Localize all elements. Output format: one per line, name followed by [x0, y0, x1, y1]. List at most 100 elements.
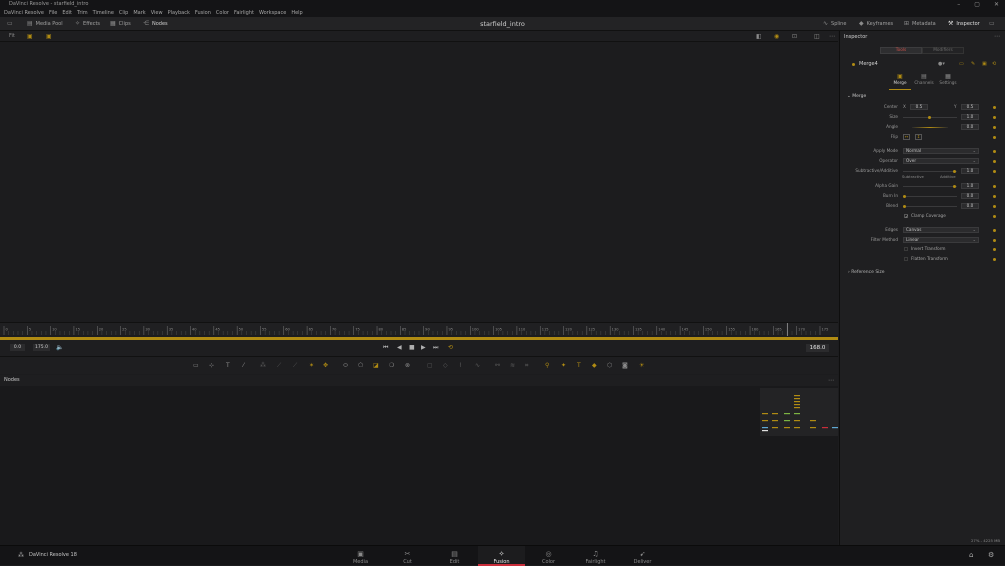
apply-mode-keyframe-icon[interactable] [993, 149, 996, 153]
merge3d-tool-icon[interactable]: ⬡ [607, 362, 612, 369]
page-deliver[interactable]: ➹ Deliver [619, 546, 666, 566]
menu-view[interactable]: View [151, 9, 163, 17]
go-to-start-icon[interactable]: ⏮ [383, 340, 388, 356]
alpha-gain-slider-knob[interactable] [953, 184, 956, 188]
node-enable-dot[interactable] [852, 63, 855, 66]
filter-method-dropdown[interactable]: Linear ⌄ [903, 237, 979, 243]
bspline-tool-icon[interactable]: ⟋ [293, 362, 297, 370]
menu-color[interactable]: Color [216, 9, 229, 17]
invert-keyframe-icon[interactable] [993, 247, 996, 251]
size-field[interactable]: 1.0 [961, 114, 979, 120]
menu-help[interactable]: Help [291, 9, 302, 17]
wand-tool-icon[interactable]: ✦ [561, 362, 566, 369]
polygon-mask-icon[interactable]: ⬠ [358, 362, 363, 369]
menu-workspace[interactable]: Workspace [259, 9, 286, 17]
blur-tool-icon[interactable]: ❍ [389, 362, 394, 369]
viewer-a-icon[interactable]: ▣ [27, 31, 33, 42]
link-tool-icon[interactable]: ⚯ [495, 362, 500, 369]
clamp-coverage-checkbox[interactable]: ✓ [904, 214, 908, 219]
text3d-tool-icon[interactable]: T [577, 362, 581, 369]
polyline-tool-icon[interactable]: ⟋ [277, 362, 281, 370]
reset-icon[interactable]: ⟲ [992, 61, 996, 67]
light-tool-icon[interactable]: ☀ [639, 362, 644, 369]
subtab-channels[interactable]: ▤ Channels [912, 73, 936, 90]
paint-tool-icon[interactable]: ⊹ [209, 362, 214, 369]
viewer-b-icon[interactable]: ▣ [46, 31, 52, 42]
section-merge[interactable]: ⌄ Merge [847, 94, 866, 99]
blend-field[interactable]: 0.0 [961, 203, 979, 209]
audio-icon[interactable]: 🔈 [56, 340, 63, 356]
ellipse-mask-icon[interactable]: ⬭ [343, 362, 348, 370]
blend-slider-knob[interactable] [903, 204, 906, 208]
node-minimap[interactable] [760, 388, 838, 436]
path-tool-icon[interactable]: ⌇ [459, 362, 462, 369]
stop-icon[interactable]: ■ [409, 340, 415, 356]
burn-in-slider[interactable] [903, 196, 957, 197]
menu-davinci[interactable]: DaVinci Resolve [4, 9, 44, 17]
render-end-field[interactable]: 175.0 [33, 344, 50, 351]
version-icon[interactable]: ▭ [959, 61, 964, 67]
burn-in-field[interactable]: 0.0 [961, 193, 979, 199]
maximize-button[interactable]: ▢ [974, 0, 980, 9]
flip-vertical-icon[interactable]: ↕ [915, 134, 922, 140]
subadd-slider[interactable] [903, 171, 957, 172]
menu-clip[interactable]: Clip [119, 9, 128, 17]
pin-icon[interactable]: ✎ [971, 61, 975, 67]
viewer-canvas[interactable] [0, 42, 838, 322]
nodes-more-icon[interactable]: ⋯ [828, 375, 834, 386]
brush-tool-icon[interactable]: ⁄ [243, 362, 244, 369]
page-edit[interactable]: ▤ Edit [431, 546, 478, 566]
node-editor[interactable] [0, 386, 838, 545]
flip-keyframe-icon[interactable] [993, 135, 996, 139]
viewer-color-icon[interactable]: ◉ [774, 31, 779, 42]
home-icon[interactable]: ⌂ [969, 551, 973, 559]
rect-tool-icon[interactable]: ▢ [427, 362, 433, 369]
wave-tool-icon[interactable]: ∿ [475, 362, 480, 369]
angle-keyframe-icon[interactable] [993, 125, 996, 129]
go-to-end-icon[interactable]: ⏭ [433, 340, 438, 356]
menu-file[interactable]: File [49, 9, 57, 17]
keyframes-button[interactable]: ◆ Keyframes [859, 17, 893, 31]
minimize-button[interactable]: – [957, 0, 960, 9]
edges-dropdown[interactable]: Canvas ⌄ [903, 227, 979, 233]
alpha-gain-field[interactable]: 1.0 [961, 183, 979, 189]
viewer-zoom[interactable]: Fit [9, 31, 15, 42]
page-color[interactable]: ◎ Color [525, 546, 572, 566]
play-icon[interactable]: ▶ [421, 340, 426, 356]
burn-in-keyframe-icon[interactable] [993, 194, 996, 198]
angle-field[interactable]: 0.0 [961, 124, 979, 130]
page-fairlight[interactable]: ♫ Fairlight [572, 546, 619, 566]
flip-horizontal-icon[interactable]: ↔ [903, 134, 910, 140]
step-back-icon[interactable]: ◀ [397, 340, 402, 356]
alpha-gain-keyframe-icon[interactable] [993, 184, 996, 188]
menu-fusion[interactable]: Fusion [195, 9, 211, 17]
background-tool-icon[interactable]: ▭ [193, 362, 199, 369]
filter-method-keyframe-icon[interactable] [993, 238, 996, 242]
close-button[interactable]: ✕ [994, 0, 999, 9]
tab-tools[interactable]: Tools [880, 47, 922, 54]
page-fusion[interactable]: ✧ Fusion [478, 546, 525, 566]
operator-dropdown[interactable]: Over ⌄ [903, 158, 979, 164]
loop-icon[interactable]: ⟲ [448, 340, 453, 356]
settings-gear-icon[interactable]: ⚙ [988, 551, 994, 559]
particles-tool-icon[interactable]: ⁂ [260, 362, 266, 369]
render-start-field[interactable]: 0.0 [10, 344, 25, 351]
transform-tool-icon[interactable]: ✥ [323, 362, 328, 369]
time-ruler[interactable]: 0 5 10 15 20 25 30 35 40 45 50 55 60 65 70 75 80 85 90 95 10… [0, 322, 838, 336]
inspector-button[interactable]: ⚒ Inspector [948, 17, 980, 31]
menu-mark[interactable]: Mark [133, 9, 145, 17]
edges-keyframe-icon[interactable] [993, 228, 996, 232]
tracker-tool-icon[interactable]: ⊗ [405, 362, 410, 369]
burn-in-slider-knob[interactable] [903, 194, 906, 198]
section-reference-size[interactable]: › Reference Size [848, 270, 885, 275]
warp-tool-icon[interactable]: ≋ [510, 362, 515, 369]
lock-icon[interactable]: ▣ [982, 61, 987, 67]
center-y-field[interactable]: 0.5 [961, 104, 979, 110]
camera-tool-icon[interactable]: ◙ [622, 362, 628, 369]
flatten-keyframe-icon[interactable] [993, 257, 996, 261]
flatten-transform-checkbox[interactable] [904, 257, 908, 261]
menu-edit[interactable]: Edit [62, 9, 72, 17]
page-media[interactable]: ▣ Media [337, 546, 384, 566]
blend-keyframe-icon[interactable] [993, 204, 996, 208]
subtab-settings[interactable]: ▦ Settings [936, 73, 960, 90]
